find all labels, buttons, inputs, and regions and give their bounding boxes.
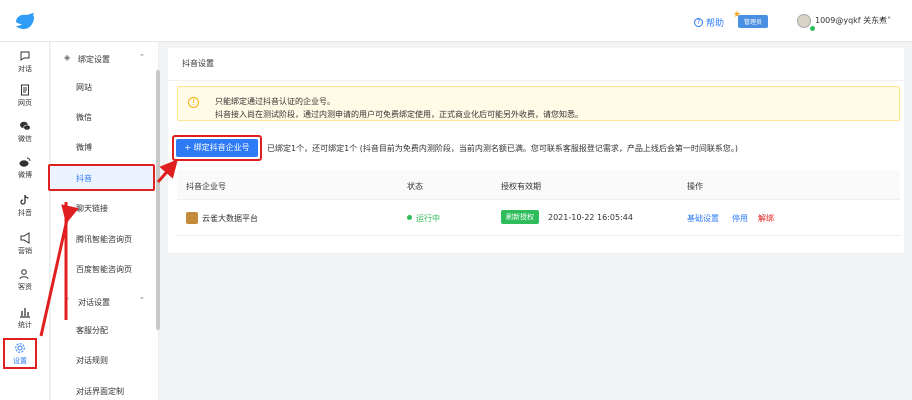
col-ops: 操作 bbox=[687, 182, 703, 191]
user-menu[interactable]: 1009@yqkf 关东煮˅ bbox=[815, 15, 891, 26]
admin-badge: 管理员 bbox=[738, 15, 769, 28]
rail-label: 设置 bbox=[13, 357, 27, 365]
chevron-up-icon: ⌃ bbox=[139, 53, 145, 61]
link-icon: ◈ bbox=[64, 53, 71, 62]
col-expiry: 授权有效期 bbox=[501, 182, 541, 191]
status-badge: 运行中 bbox=[407, 213, 440, 224]
submenu-item-ui-custom[interactable]: 对话界面定制 bbox=[76, 386, 124, 397]
chevron-down-icon: ˅ bbox=[887, 16, 892, 25]
top-bar: ? 帮助 ★ 管理员 1009@yqkf 关东煮˅ bbox=[0, 0, 912, 42]
rail-label: 客资 bbox=[18, 283, 32, 291]
weibo-icon bbox=[19, 157, 31, 167]
submenu-scrollbar[interactable] bbox=[156, 70, 160, 330]
refresh-auth-button[interactable]: 刷新授权 bbox=[501, 210, 539, 224]
table-row: 云雀大数据平台 运行中 刷新授权 2021-10-22 16:05:44 基础设… bbox=[177, 200, 900, 236]
rail-item-web[interactable]: 网页 bbox=[0, 84, 50, 120]
submenu-item-website[interactable]: 网站 bbox=[76, 82, 92, 93]
help-label: 帮助 bbox=[706, 19, 725, 29]
submenu-item-assign[interactable]: 客服分配 bbox=[76, 325, 108, 336]
tiktok-icon bbox=[20, 194, 29, 205]
rail-label: 微博 bbox=[18, 171, 32, 179]
rail-label: 对话 bbox=[18, 65, 32, 73]
rail-item-chat[interactable]: 对话 bbox=[0, 50, 50, 86]
submenu-item-weibo[interactable]: 微博 bbox=[76, 142, 92, 153]
unbind-link[interactable]: 解绑 bbox=[758, 213, 774, 224]
warning-icon: ! bbox=[188, 97, 199, 108]
page-title: 抖音设置 bbox=[182, 59, 214, 68]
rail-item-stats[interactable]: 统计 bbox=[0, 306, 50, 342]
submenu-item-chat-link[interactable]: 聊天链接 bbox=[76, 203, 108, 214]
submenu-item-baidu-page[interactable]: 百度智能咨询页 bbox=[76, 264, 132, 275]
settings-submenu: ◈ 绑定设置 ⌃ 网站 微信 微博 抖音 聊天链接 腾讯智能咨询页 百度智能咨询… bbox=[51, 42, 159, 400]
bar-chart-icon bbox=[20, 308, 30, 318]
rail-item-douyin[interactable]: 抖音 bbox=[0, 194, 50, 230]
help-link[interactable]: ? 帮助 bbox=[694, 16, 724, 29]
account-name: 云雀大数据平台 bbox=[202, 214, 258, 223]
submenu-item-tencent-page[interactable]: 腾讯智能咨询页 bbox=[76, 234, 132, 245]
users-icon bbox=[19, 269, 29, 280]
divider bbox=[168, 80, 904, 81]
rail-item-customers[interactable]: 客资 bbox=[0, 268, 50, 304]
gear-icon bbox=[15, 343, 25, 353]
active-item-highlight bbox=[48, 164, 155, 191]
notice-line-1: 只能绑定通过抖音认证的企业号。 bbox=[215, 97, 335, 106]
rail-item-marketing[interactable]: 营销 bbox=[0, 232, 50, 268]
rail-label: 微信 bbox=[18, 135, 32, 143]
question-icon: ? bbox=[694, 18, 703, 27]
rail-item-weibo[interactable]: 微博 bbox=[0, 156, 50, 192]
bind-button-highlight: + 绑定抖音企业号 bbox=[172, 135, 262, 161]
megaphone-icon bbox=[20, 232, 30, 244]
table-header: 抖音企业号 状态 授权有效期 操作 bbox=[177, 170, 900, 200]
left-rail: 对话 网页 微信 微博 抖音 营销 客资 统计 设置 bbox=[0, 42, 50, 400]
user-name: 1009@yqkf 关东煮 bbox=[815, 16, 888, 25]
notice-banner: ! 只能绑定通过抖音认证的企业号。 抖音接入尚在测试阶段，通过内测申请的用户可免… bbox=[177, 86, 900, 121]
rail-label: 营销 bbox=[18, 247, 32, 255]
group-label: 对话设置 bbox=[78, 298, 110, 307]
submenu-item-rules[interactable]: 对话规则 bbox=[76, 355, 108, 366]
status-label: 运行中 bbox=[416, 214, 440, 223]
expiry-time: 2021-10-22 16:05:44 bbox=[548, 213, 633, 222]
disable-link[interactable]: 停用 bbox=[732, 213, 748, 224]
submenu-item-wechat[interactable]: 微信 bbox=[76, 112, 92, 123]
col-account: 抖音企业号 bbox=[186, 182, 226, 191]
rail-item-wechat[interactable]: 微信 bbox=[0, 120, 50, 156]
col-status: 状态 bbox=[407, 182, 423, 191]
bird-logo-icon[interactable] bbox=[12, 9, 38, 35]
bound-count-text: 已绑定1个，还可绑定1个 (抖音目前为免费内测阶段，当前内测名额已满。您可联系客… bbox=[267, 144, 738, 153]
rail-label: 网页 bbox=[18, 99, 32, 107]
microphone-icon: ♪ bbox=[64, 296, 70, 305]
group-label: 绑定设置 bbox=[78, 55, 110, 64]
status-dot-icon bbox=[407, 215, 412, 220]
rail-item-settings[interactable]: 设置 bbox=[3, 338, 37, 369]
rail-label: 统计 bbox=[18, 321, 32, 329]
submenu-group-binding[interactable]: ◈ 绑定设置 ⌃ bbox=[51, 51, 151, 67]
document-icon bbox=[21, 84, 29, 96]
submenu-group-dialog[interactable]: ♪ 对话设置 ⌃ bbox=[51, 294, 151, 310]
douyin-settings-panel: 抖音设置 ! 只能绑定通过抖音认证的企业号。 抖音接入尚在测试阶段，通过内测申请… bbox=[168, 48, 904, 253]
notice-line-2: 抖音接入尚在测试阶段，通过内测申请的用户可免费绑定使用，正式商业化后可能另外收费… bbox=[215, 110, 583, 119]
account-avatar-icon bbox=[186, 212, 198, 224]
wechat-icon bbox=[20, 121, 31, 131]
chat-bubble-icon bbox=[20, 51, 30, 61]
chevron-up-icon: ⌃ bbox=[139, 296, 145, 304]
online-status-icon bbox=[809, 25, 816, 32]
rail-label: 抖音 bbox=[18, 209, 32, 217]
basic-settings-link[interactable]: 基础设置 bbox=[687, 213, 719, 224]
submenu-item-douyin[interactable]: 抖音 bbox=[76, 173, 92, 184]
bind-douyin-button[interactable]: + 绑定抖音企业号 bbox=[176, 139, 258, 157]
